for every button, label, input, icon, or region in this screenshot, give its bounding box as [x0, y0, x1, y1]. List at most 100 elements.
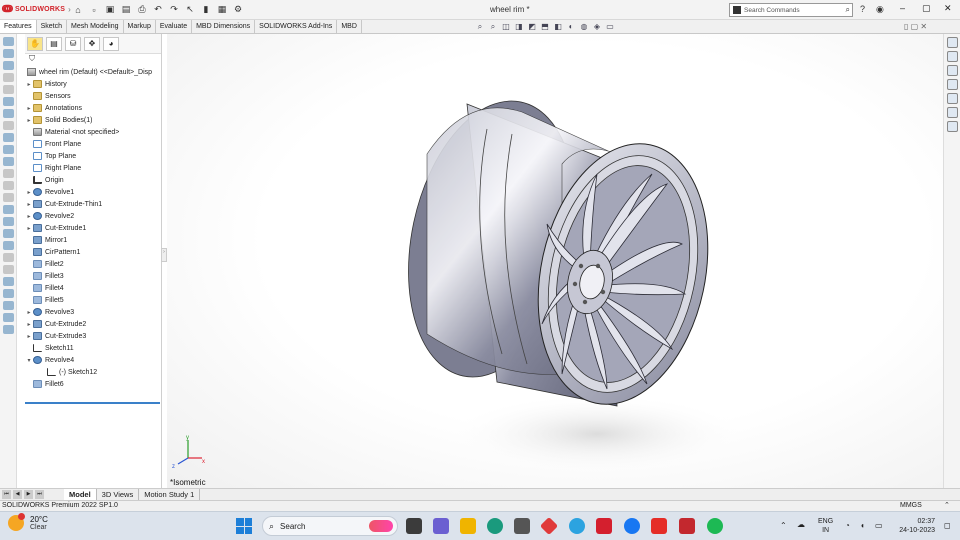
next-tab-icon[interactable]: ▶	[24, 490, 33, 499]
extruded-cut-icon[interactable]	[3, 97, 14, 106]
custom-properties-icon[interactable]	[947, 107, 958, 118]
battery-icon[interactable]: ▭	[875, 521, 883, 530]
show-hidden-icons-icon[interactable]: ⌃	[780, 521, 787, 530]
tree-item[interactable]: Front Plane	[25, 138, 161, 150]
rollback-bar[interactable]	[25, 402, 160, 404]
swept-boss-icon[interactable]	[3, 61, 14, 70]
youtube-icon[interactable]	[651, 518, 667, 534]
tab-motion-study-1[interactable]: Motion Study 1	[139, 489, 201, 500]
maximize-icon[interactable]: ▢	[922, 3, 931, 14]
file-explorer-icon[interactable]	[947, 65, 958, 76]
restore-icon[interactable]: ▯ ▢ ✕	[904, 22, 927, 31]
new-document-icon[interactable]: ▫	[88, 4, 100, 16]
apply-scene-icon[interactable]: ◈	[592, 22, 602, 32]
tab-model[interactable]: Model	[64, 489, 97, 500]
tree-item[interactable]: Sketch11	[25, 342, 161, 354]
tree-item[interactable]: ▸ Solid Bodies(1)	[25, 114, 161, 126]
curves-icon[interactable]	[3, 217, 14, 226]
spotify-icon[interactable]	[707, 518, 723, 534]
display-style-icon[interactable]: ◧	[553, 22, 563, 32]
tab-mesh-modeling[interactable]: Mesh Modeling	[67, 20, 124, 33]
tree-expand-icon[interactable]: ▸	[25, 201, 33, 208]
select-icon[interactable]: ↖	[184, 4, 196, 16]
tree-item[interactable]: ▸ Cut-Extrude2	[25, 318, 161, 330]
tree-item[interactable]: ▸ Annotations	[25, 102, 161, 114]
tree-item[interactable]: Origin	[25, 174, 161, 186]
tree-item[interactable]: ▸ Cut-Extrude3	[25, 330, 161, 342]
sketch-tools-icon[interactable]	[3, 253, 14, 262]
dimxpert-manager-tab-icon[interactable]: ✥	[84, 36, 100, 51]
revolved-boss-icon[interactable]	[3, 49, 14, 58]
tree-expand-icon[interactable]: ▸	[25, 309, 33, 316]
wifi-icon[interactable]: ◔	[845, 521, 850, 530]
mirror-entities-icon[interactable]	[3, 265, 14, 274]
tree-item[interactable]: ▸ Cut-Extrude1	[25, 222, 161, 234]
tree-item[interactable]: ▸ Revolve1	[25, 186, 161, 198]
help-icon[interactable]: ?	[860, 4, 865, 14]
display-manager-tab-icon[interactable]: ◕	[103, 36, 119, 51]
tree-filter[interactable]: ⛉	[25, 54, 161, 66]
weather-widget[interactable]: 20°C Clear	[8, 513, 48, 531]
tab-sketch[interactable]: Sketch	[37, 20, 68, 33]
tree-expand-icon[interactable]: ▸	[25, 225, 33, 232]
tab-3d-views[interactable]: 3D Views	[97, 489, 140, 500]
view-palette-icon[interactable]	[947, 79, 958, 90]
section-view-icon[interactable]: ◨	[514, 22, 524, 32]
rib-icon[interactable]	[3, 157, 14, 166]
tree-expand-icon[interactable]: ▸	[25, 213, 33, 220]
tab-solidworks-addins[interactable]: SOLIDWORKS Add-Ins	[255, 20, 338, 33]
edit-appearance-icon[interactable]: ◍	[579, 22, 589, 32]
undo-icon[interactable]: ↶	[152, 4, 164, 16]
appearances-icon[interactable]	[947, 93, 958, 104]
tab-markup[interactable]: Markup	[124, 20, 156, 33]
tree-item[interactable]: Fillet4	[25, 282, 161, 294]
filter-icon[interactable]: ⛉	[29, 54, 35, 63]
hole-wizard-icon[interactable]	[3, 109, 14, 118]
tree-expand-icon[interactable]: ▸	[25, 117, 33, 124]
tree-item[interactable]: Sensors	[25, 90, 161, 102]
offset-entities-icon[interactable]	[3, 289, 14, 298]
line-icon[interactable]	[3, 313, 14, 322]
user-icon[interactable]: ◉	[876, 4, 884, 15]
tree-expand-icon[interactable]: ▸	[25, 321, 33, 328]
tree-expand-icon[interactable]: ▸	[25, 81, 33, 88]
options-gear-icon[interactable]: ⚙	[232, 4, 244, 16]
status-expand-icon[interactable]: ⌃	[944, 501, 950, 511]
tree-item[interactable]: ▸ History	[25, 78, 161, 90]
tree-item[interactable]: Top Plane	[25, 150, 161, 162]
tree-item[interactable]: Fillet2	[25, 258, 161, 270]
solidworks-taskbar-icon[interactable]	[679, 518, 695, 534]
zoom-to-fit-icon[interactable]: ⌕	[475, 22, 485, 32]
tree-item[interactable]: ▾ Revolve4	[25, 354, 161, 366]
redo-icon[interactable]: ↷	[168, 4, 180, 16]
file-explorer-icon[interactable]	[460, 518, 476, 534]
hide-show-icon[interactable]: ◐	[566, 22, 576, 32]
taskbar-search[interactable]: ⌕ Search	[262, 516, 398, 536]
windows-start-icon[interactable]	[236, 518, 252, 534]
tab-mbd-dimensions[interactable]: MBD Dimensions	[192, 20, 256, 33]
first-tab-icon[interactable]: ⏮	[2, 490, 11, 499]
wrap-icon[interactable]	[3, 193, 14, 202]
rebuild-icon[interactable]: ▮	[200, 4, 212, 16]
tree-item[interactable]: Mirror1	[25, 234, 161, 246]
feature-manager-tab-icon[interactable]: ✋	[27, 36, 43, 51]
volume-icon[interactable]: ◖	[860, 521, 865, 530]
tree-expand-icon[interactable]: ▸	[25, 105, 33, 112]
tab-features[interactable]: Features	[0, 20, 37, 33]
tree-item[interactable]: Right Plane	[25, 162, 161, 174]
wheel-rim-model[interactable]	[167, 34, 943, 488]
onedrive-icon[interactable]: ☁	[797, 520, 805, 529]
last-tab-icon[interactable]: ⏭	[35, 490, 44, 499]
shell-icon[interactable]	[3, 181, 14, 190]
tree-item[interactable]: CirPattern1	[25, 246, 161, 258]
prev-tab-icon[interactable]: ◀	[13, 490, 22, 499]
solidworks-forum-icon[interactable]	[947, 121, 958, 132]
command-search-input[interactable]: Search Commands ⌕	[729, 3, 853, 17]
units-indicator[interactable]: MMGS	[900, 501, 922, 511]
edge-icon[interactable]	[487, 518, 503, 534]
print-icon[interactable]: ⎙	[136, 4, 148, 16]
tree-root[interactable]: wheel rim (Default) <<Default>_Disp	[25, 66, 161, 78]
tree-item[interactable]: Fillet5	[25, 294, 161, 306]
more-tools-icon[interactable]	[3, 325, 14, 334]
linear-pattern-icon[interactable]	[3, 145, 14, 154]
